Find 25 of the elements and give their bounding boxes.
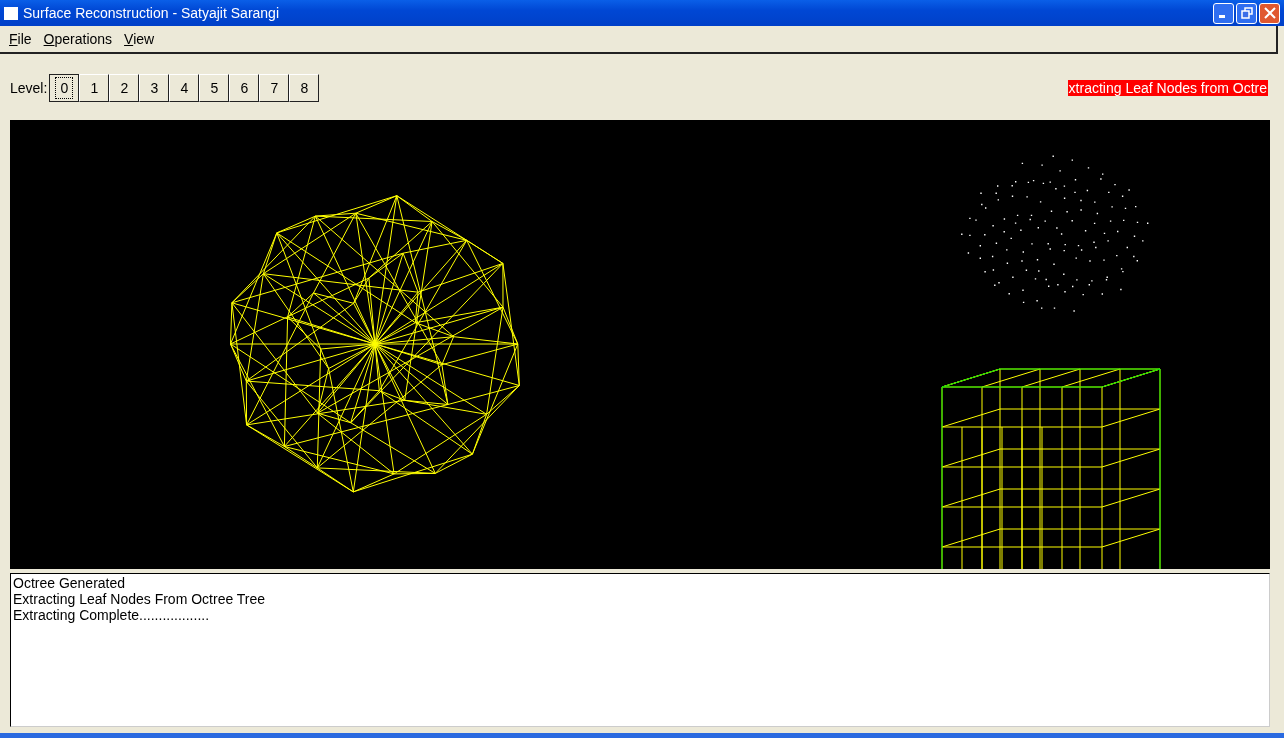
close-button[interactable] bbox=[1259, 2, 1280, 24]
menu-item[interactable]: View bbox=[118, 31, 161, 47]
level-button[interactable]: 6 bbox=[229, 74, 260, 102]
level-button[interactable]: 5 bbox=[199, 74, 230, 102]
restore-icon bbox=[1240, 7, 1253, 19]
level-button[interactable]: 3 bbox=[139, 74, 170, 102]
level-button[interactable]: 4 bbox=[169, 74, 200, 102]
close-icon bbox=[1263, 7, 1276, 19]
menu-item[interactable]: Operations bbox=[37, 31, 119, 47]
level-button[interactable]: 7 bbox=[259, 74, 290, 102]
window-icon bbox=[4, 6, 18, 20]
status-banner: xtracting Leaf Nodes from Octre bbox=[1067, 80, 1268, 96]
level-button[interactable]: 2 bbox=[109, 74, 140, 102]
log-line: Octree Generated bbox=[13, 575, 127, 591]
log-line: Extracting Complete.................. bbox=[13, 607, 211, 623]
window-title: Surface Reconstruction - Satyajit Sarangi bbox=[23, 5, 280, 21]
minimize-button[interactable] bbox=[1213, 2, 1234, 24]
level-label: Level: bbox=[10, 80, 48, 96]
level-button[interactable]: 1 bbox=[79, 74, 110, 102]
minimize-icon bbox=[1218, 15, 1225, 18]
restore-button[interactable] bbox=[1236, 2, 1257, 24]
menu-item[interactable]: File bbox=[3, 31, 38, 47]
level-button[interactable]: 8 bbox=[289, 74, 320, 102]
level-button[interactable]: 0 bbox=[49, 74, 80, 102]
log-line: Extracting Leaf Nodes From Octree Tree bbox=[13, 591, 267, 607]
